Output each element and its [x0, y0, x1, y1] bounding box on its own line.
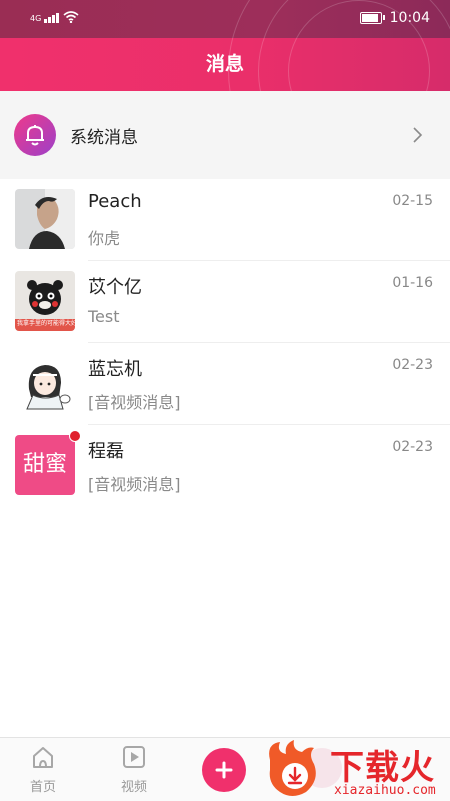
tab-video[interactable]: 视频 — [104, 744, 164, 795]
signal-indicator: 4G — [30, 11, 79, 23]
tab-label: 首页 — [29, 780, 56, 795]
home-icon — [33, 747, 53, 768]
photo-man-avatar — [15, 189, 75, 249]
tab-home[interactable]: 首页 — [13, 744, 73, 795]
watermark: 下载火 xiazaihuo.com — [262, 740, 450, 800]
message-date: 02-23 — [392, 439, 433, 455]
app-header: 4G 10:04 消息 — [0, 0, 450, 91]
conversation-item[interactable]: Peach 你虎 02-15 — [0, 179, 450, 261]
conversation-item[interactable]: 蓝忘机 [音视频消息] 02-23 — [0, 343, 450, 425]
video-icon — [123, 746, 145, 768]
message-preview: Test — [88, 307, 120, 326]
chevron-right-icon — [413, 127, 423, 143]
system-messages-row[interactable]: 系统消息 — [0, 91, 450, 179]
kumamon-avatar: 我拿手里的可能得大好 — [15, 271, 75, 331]
contact-name: 苡个亿 — [88, 277, 142, 298]
contact-name: 蓝忘机 — [88, 359, 142, 380]
network-type-label: 4G — [30, 14, 42, 23]
message-preview: [音视频消息] — [88, 393, 181, 412]
unread-dot — [69, 430, 81, 442]
avatar-logo-text: 甜蜜 — [22, 452, 67, 477]
flame-logo-icon — [269, 740, 316, 796]
wifi-icon — [63, 11, 79, 23]
tianmi-logo-avatar: 甜蜜 — [15, 435, 75, 495]
contact-name: 程磊 — [88, 441, 124, 462]
conversation-item[interactable]: 我拿手里的可能得大好 苡个亿 Test 01-16 — [0, 261, 450, 343]
watermark-url: xiazaihuo.com — [334, 783, 436, 798]
signal-bars-icon — [44, 13, 60, 23]
message-preview: [音视频消息] — [88, 475, 181, 494]
message-date: 02-15 — [392, 193, 433, 209]
message-date: 01-16 — [392, 275, 433, 291]
system-messages-label: 系统消息 — [70, 128, 138, 148]
conversation-item[interactable]: 甜蜜 程磊 [音视频消息] 02-23 — [0, 425, 450, 507]
bell-icon — [14, 114, 56, 156]
anime-character-avatar — [15, 353, 75, 413]
watermark-title: 下载火 — [330, 748, 435, 788]
add-button[interactable] — [202, 748, 246, 792]
message-date: 02-23 — [392, 357, 433, 373]
page-title: 消息 — [205, 53, 244, 75]
plus-icon — [215, 761, 233, 779]
contact-name: Peach — [88, 191, 142, 212]
message-preview: 你虎 — [88, 229, 121, 248]
tab-label: 视频 — [120, 780, 147, 795]
avatar-caption: 我拿手里的可能得大好 — [17, 320, 75, 327]
